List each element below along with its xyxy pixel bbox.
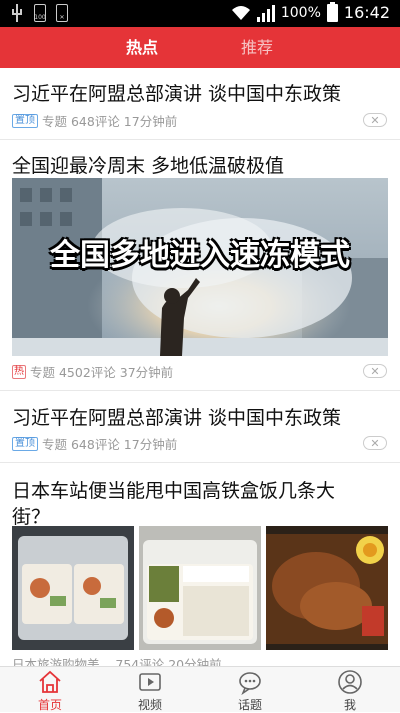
top-tab-bar: 热点 推荐 (0, 27, 400, 68)
status-left: 100 ✕ (10, 4, 68, 22)
nav-topics[interactable]: 话题 (200, 667, 300, 712)
news-meta-text: 专题 648评论 17分钟前 (42, 437, 178, 452)
dismiss-button[interactable]: ✕ (363, 436, 387, 450)
news-meta: 热 专题 4502评论 37分钟前 (12, 362, 173, 381)
tab-hot[interactable]: 热点 (126, 27, 158, 68)
status-right: 100% 16:42 (231, 1, 390, 22)
sd-card-icon: 100 (34, 4, 46, 22)
battery-icon (326, 1, 338, 22)
news-photo[interactable]: 全国多地进入速冻模式 (12, 178, 388, 356)
news-meta-text: 专题 648评论 17分钟前 (42, 114, 178, 129)
status-bar: 100 ✕ 100% 16:42 (0, 0, 400, 27)
nav-label: 我 (343, 698, 356, 712)
news-thumbnail[interactable] (139, 526, 261, 650)
nav-label: 视频 (137, 698, 162, 712)
news-meta: 置顶 专题 648评论 17分钟前 (12, 111, 177, 130)
dismiss-button[interactable]: ✕ (363, 113, 387, 127)
nav-me[interactable]: 我 (300, 667, 400, 712)
clock: 16:42 (343, 3, 390, 22)
news-title[interactable]: 日本车站便当能甩中国高铁盒饭几条大 (12, 476, 335, 503)
news-title[interactable]: 全国迎最冷周末 多地低温破极值 (12, 151, 284, 178)
news-thumbnail[interactable] (266, 526, 388, 650)
bottom-nav: 首页 视频 话题 我 (0, 666, 400, 712)
chat-bubble-icon (239, 672, 261, 695)
divider (0, 390, 400, 391)
news-title-line2[interactable]: 街？ (12, 502, 50, 529)
bento-photo-2 (139, 526, 261, 650)
wifi-icon (231, 5, 250, 20)
no-sim-icon: ✕ (56, 4, 68, 22)
news-title[interactable]: 习近平在阿盟总部演讲 谈中国中东政策 (12, 403, 341, 430)
home-icon (39, 670, 61, 693)
nav-label: 话题 (237, 698, 262, 712)
news-title[interactable]: 习近平在阿盟总部演讲 谈中国中东政策 (12, 79, 341, 106)
news-thumbnail[interactable] (12, 526, 134, 650)
divider (0, 139, 400, 140)
video-icon (139, 673, 161, 691)
nav-home[interactable]: 首页 (0, 667, 100, 712)
pinned-tag: 置顶 (12, 436, 38, 451)
pinned-tag: 置顶 (12, 113, 38, 128)
usb-icon (10, 4, 24, 22)
news-meta-text: 专题 4502评论 37分钟前 (30, 365, 174, 380)
nav-label: 首页 (37, 698, 62, 712)
user-icon (338, 670, 362, 694)
divider (0, 462, 400, 463)
battery-percent: 100% (280, 4, 321, 21)
bento-photo-1 (12, 526, 134, 650)
signal-icon (256, 4, 275, 22)
nav-video[interactable]: 视频 (100, 667, 200, 712)
news-meta: 置顶 专题 648评论 17分钟前 (12, 434, 177, 453)
hot-tag: 热 (12, 364, 26, 379)
tab-recommend[interactable]: 推荐 (241, 27, 273, 68)
photo-caption: 全国多地进入速冻模式 (50, 238, 350, 273)
bento-photo-3 (266, 526, 388, 650)
dismiss-button[interactable]: ✕ (363, 364, 387, 378)
